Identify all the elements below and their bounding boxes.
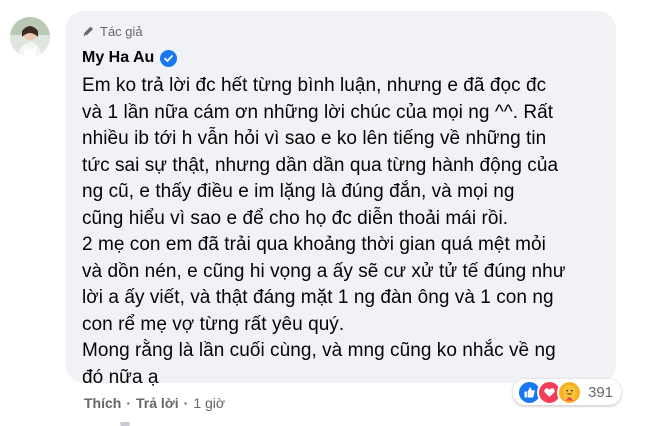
author-name[interactable]: My Ha Au xyxy=(82,49,154,67)
verified-badge-icon xyxy=(160,49,178,67)
reply-button[interactable]: Trả lời xyxy=(136,395,179,411)
comment-line: Em ko trả lời đc hết từng bình luận, như… xyxy=(82,75,547,96)
comment-timestamp[interactable]: 1 giờ xyxy=(193,395,225,411)
comment-text: Em ko trả lời đc hết từng bình luận, như… xyxy=(82,73,602,391)
avatar[interactable] xyxy=(10,17,50,57)
like-button[interactable]: Thích xyxy=(84,395,121,411)
comment-line: Mong rằng là lần cuối cùng, và mng cũng … xyxy=(82,340,556,361)
author-badge-label: Tác giả xyxy=(100,23,143,39)
comment-line: và dồn nén, e cũng hi vọng a ấy sẽ cư xử… xyxy=(82,260,566,282)
comment-line: con rể mẹ vợ từng rất yêu quý. xyxy=(82,313,345,335)
comment-line: 2 mẹ con em đã trải qua khoảng thời gian… xyxy=(82,234,546,255)
comment-line: tức sai sự thật, nhưng dần dần qua từng … xyxy=(82,154,559,176)
next-comment-edge xyxy=(120,422,130,426)
reaction-icons xyxy=(517,379,582,405)
comment-line: ng cũ, e thấy điều e im lặng là đúng đắn… xyxy=(82,181,515,202)
separator: · xyxy=(126,395,132,411)
comment-actions: Thích · Trả lời · 1 giờ xyxy=(84,395,225,411)
author-badge: Tác giả xyxy=(82,21,602,41)
comment-line: nhiều ib tới h vẫn hỏi vì sao e ko lên t… xyxy=(82,128,547,149)
pen-icon xyxy=(82,25,95,38)
avatar-image xyxy=(10,17,50,57)
care-icon xyxy=(557,379,582,405)
separator: · xyxy=(183,395,189,411)
reactions-summary[interactable]: 391 xyxy=(513,379,622,405)
comment-line: lời a ấy viết, và thật đáng mặt 1 ng đàn… xyxy=(82,287,554,308)
comment-line: cũng hiểu vì sao e để cho họ đc diễn tho… xyxy=(82,207,509,229)
comment-line: và 1 lần nữa cám ơn những lời chúc của m… xyxy=(82,101,554,123)
comment-bubble: Tác giả My Ha Au Em ko trả lời đc hết từ… xyxy=(66,11,616,388)
reaction-count: 391 xyxy=(588,383,614,401)
author-row: My Ha Au xyxy=(82,47,602,69)
